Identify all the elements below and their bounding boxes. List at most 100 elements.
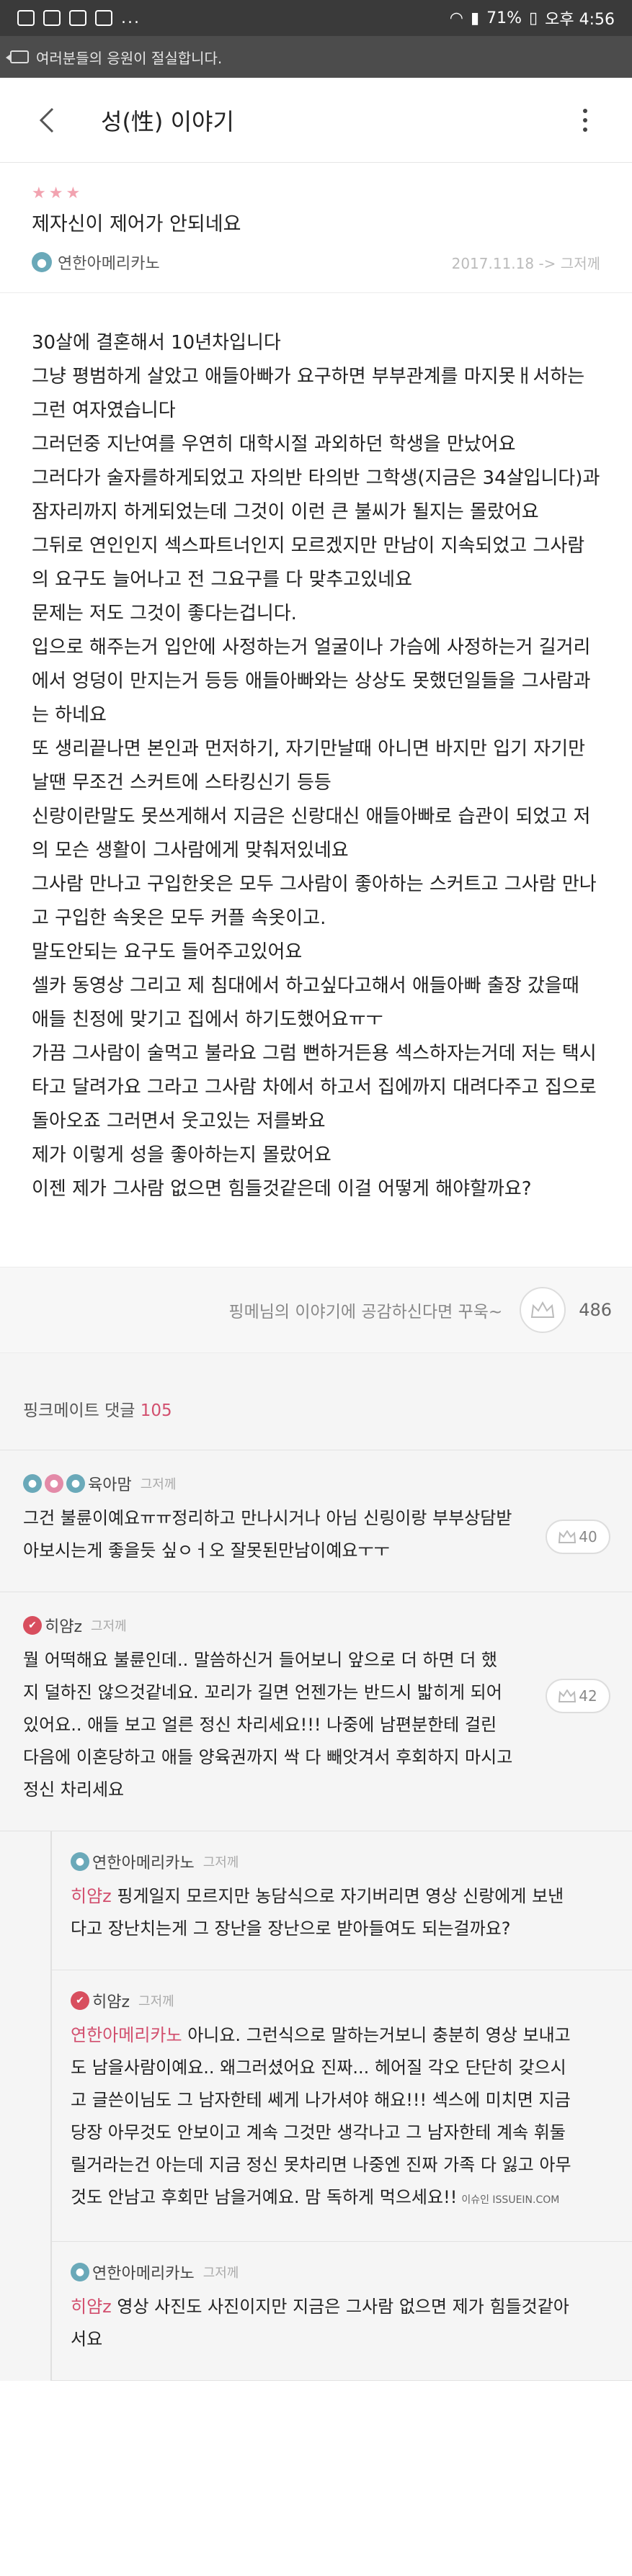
post-paragraph: 그러던중 지난여를 우연히 대학시절 과외하던 학생을 만났어요 (32, 434, 516, 455)
post-paragraph: 입으로 해주는거 입안에 사정하는거 얼굴이나 가슴에 사정하는거 길거리에서 … (32, 637, 591, 726)
member-badge-icon: ● (71, 2263, 89, 2281)
member-badge-icon: ● (45, 1474, 63, 1493)
star-icon: ★ (66, 184, 81, 202)
comments-section: 핑크메이트 댓글 105 ● ● ● 육아맘 그저께 40 그건 불륜이예요ㅠㅠ… (0, 1353, 632, 2381)
comment-text: 뭘 어떡해요 불륜인데.. 말씀하신거 들어보니 앞으로 더 하면 더 했지 덜… (23, 1650, 513, 1800)
post-paragraph: 문제는 저도 그것이 좋다는겁니다. (32, 603, 297, 624)
reply-mention[interactable]: 히얌z (71, 1886, 112, 1906)
system-icons: ◠ ▮ 71% ▯ 오후 4:56 (450, 6, 615, 30)
post-author[interactable]: 연한아메리카노 (58, 251, 160, 274)
star-icon: ★ (48, 184, 63, 202)
reply-time: 그저께 (138, 1994, 174, 2009)
post-paragraph: 그러다가 술자를하게되었고 자의반 타의반 그학생(지금은 34살입니다)과 잠… (32, 467, 600, 523)
reply-body: 영상 사진도 사진이지만 지금은 그사람 없으면 제가 힘들것같아서요 (71, 2297, 569, 2349)
post-paragraph: 가끔 그사람이 술먹고 불라요 그럼 뻔하거든용 섹스하자는거데 저는 택시타고… (32, 1043, 597, 1132)
reply-author[interactable]: 연한아메리카노 (92, 2261, 195, 2284)
post-author-row: ● 연한아메리카노 2017.11.18 -> 그저께 (32, 251, 600, 274)
watermark: 이슈인 ISSUEIN.COM (461, 2194, 560, 2206)
app-header: 성(性) 이야기 (0, 78, 632, 163)
battery-icon: ▯ (529, 9, 538, 27)
comment-author-row: ✔ 히얌z 그저께 (23, 1614, 609, 1637)
more-options-button[interactable] (574, 108, 596, 132)
post-paragraph: 또 생리끝나면 본인과 먼저하기, 자기만날때 아니면 바지만 입기 자기만날땐… (32, 738, 586, 794)
comment-text: 그건 불륜이예요ㅠㅠ정리하고 만나시거나 아님 신링이랑 부부상담받아보시는게 … (23, 1508, 512, 1561)
reply-text: 연한아메리카노 아니요. 그런식으로 말하는거보니 충분히 영상 보내고도 남을… (71, 2019, 575, 2217)
post-paragraph: 그뒤로 연인인지 섹스파트너인지 모르겠지만 만남이 지속되었고 그사람의 요구… (32, 535, 585, 591)
empathy-count: 486 (579, 1300, 612, 1320)
empathy-bar: 핑메님의 이야기에 공감하신다면 꾸욱~ 486 (0, 1267, 632, 1353)
post-paragraph: 셀카 동영상 그리고 제 침대에서 하고싶다고해서 애들아빠 출장 갔을때 애들… (32, 975, 579, 1031)
comment-count: 105 (140, 1401, 172, 1420)
notice-banner[interactable]: 여러분들의 응원이 절실합니다. (0, 36, 632, 78)
reply-item: ● 연한아메리카노 그저께 히얌z 영상 사진도 사진이지만 지금은 그사람 없… (50, 2242, 632, 2381)
post-paragraph: 30살에 결혼해서 10년차입니다 (32, 332, 281, 354)
reply-author-row: ● 연한아메리카노 그저께 (71, 1850, 610, 1873)
reply-mention[interactable]: 히얌z (71, 2297, 112, 2317)
rating-stars: ★ ★ ★ (32, 184, 600, 202)
reply-mention[interactable]: 연한아메리카노 (71, 2025, 182, 2045)
more-dot-icon (583, 108, 587, 113)
reply-author-row: ● 연한아메리카노 그저께 (71, 2261, 610, 2284)
comment-item: ✔ 히얌z 그저께 42 뭘 어떡해요 불륜인데.. 말씀하신거 들어보니 앞으… (0, 1592, 632, 1831)
reply-author[interactable]: 히얌z (92, 1989, 130, 2012)
reply-time: 그저께 (202, 1855, 239, 1870)
comment-like-button[interactable]: 42 (546, 1679, 610, 1713)
more-dot-icon (583, 117, 587, 122)
post-header: ★ ★ ★ 제자신이 제어가 안되네요 ● 연한아메리카노 2017.11.18… (0, 163, 632, 293)
post-date: 2017.11.18 -> 그저께 (451, 254, 600, 272)
reply-item: ✔ 히얌z 그저께 연한아메리카노 아니요. 그런식으로 말하는거보니 충분히 … (50, 1970, 632, 2242)
signal-icon: ▮ (470, 9, 480, 27)
reply-body: 핑게일지 모르지만 농담식으로 자기버리면 영상 신랑에게 보낸다고 장난치는게… (71, 1886, 564, 1939)
member-badge-icon: ● (32, 252, 52, 272)
reply-text: 히얌z 영상 사진도 사진이지만 지금은 그사람 없으면 제가 힘들것같아서요 (71, 2291, 575, 2356)
reply-item: ● 연한아메리카노 그저께 히얌z 핑게일지 모르지만 농담식으로 자기버리면 … (50, 1831, 632, 1970)
member-badge-icon: ● (71, 1852, 89, 1871)
crown-icon (558, 1530, 577, 1543)
notice-text: 여러분들의 응원이 절실합니다. (36, 49, 223, 67)
post-paragraph: 그사람 만나고 구입한옷은 모두 그사람이 좋아하는 스커트고 그사람 만나고 … (32, 874, 597, 929)
post-paragraph: 그냥 평범하게 살았고 애들아빠가 요구하면 부부관계를 마지못ㅐ서하는 그런 … (32, 366, 585, 421)
chevron-left-icon (39, 107, 54, 133)
comment-like-count: 42 (579, 1687, 597, 1705)
megaphone-icon (6, 50, 29, 63)
crown-icon (558, 1689, 577, 1702)
clock: 오후 4:56 (545, 11, 615, 29)
app-notification-icon (17, 10, 35, 26)
comment-author-row: ● ● ● 육아맘 그저께 (23, 1472, 609, 1495)
star-icon: ★ (32, 184, 46, 202)
reply-author-row: ✔ 히얌z 그저께 (71, 1989, 610, 2012)
comment-time: 그저께 (91, 1619, 127, 1634)
comment-time: 그저께 (140, 1477, 177, 1492)
member-badge-icon: ● (23, 1474, 42, 1493)
comment-author[interactable]: 히얌z (45, 1614, 82, 1637)
back-button[interactable] (29, 102, 65, 138)
message-notification-icon (69, 10, 86, 26)
post-paragraph: 이젠 제가 그사람 없으면 힘들것같은데 이걸 어떻게 해야할까요? (32, 1178, 532, 1200)
crown-icon (531, 1301, 555, 1318)
page-title: 성(性) 이야기 (101, 107, 234, 135)
status-bar: ... ◠ ▮ 71% ▯ 오후 4:56 (0, 0, 632, 36)
post-title: 제자신이 제어가 안되네요 (32, 213, 241, 235)
reply-time: 그저께 (202, 2266, 239, 2281)
comment-author[interactable]: 육아맘 (88, 1472, 132, 1495)
battery-level: 71% (486, 9, 522, 27)
reply-body: 아니요. 그런식으로 말하는거보니 충분히 영상 보내고도 남을사람이예요.. … (71, 2025, 571, 2207)
comment-like-button[interactable]: 40 (546, 1520, 610, 1554)
empathy-button[interactable] (520, 1287, 566, 1333)
notification-icons: ... (17, 9, 141, 27)
member-badge-icon: ● (66, 1474, 85, 1493)
member-badge-icon: ✔ (71, 1991, 89, 2010)
more-dot-icon (583, 127, 587, 132)
comment-count-header: 핑크메이트 댓글 105 (0, 1353, 632, 1450)
post-body: 30살에 결혼해서 10년차입니다 그냥 평범하게 살았고 애들아빠가 요구하면… (0, 293, 632, 1221)
empathy-prompt: 핑메님의 이야기에 공감하신다면 꾸욱~ (228, 1303, 503, 1321)
more-notifications-icon: ... (121, 9, 141, 27)
comment-like-count: 40 (579, 1528, 597, 1545)
wifi-icon: ◠ (449, 9, 463, 27)
image-notification-icon (43, 10, 61, 26)
reply-author[interactable]: 연한아메리카노 (92, 1850, 195, 1873)
comment-label: 핑크메이트 댓글 (23, 1401, 135, 1420)
post-paragraph: 제가 이렇게 성을 좋아하는지 몰랐어요 (32, 1144, 331, 1166)
mail-notification-icon (95, 10, 112, 26)
post-paragraph: 말도안되는 요구도 들어주고있어요 (32, 941, 303, 963)
